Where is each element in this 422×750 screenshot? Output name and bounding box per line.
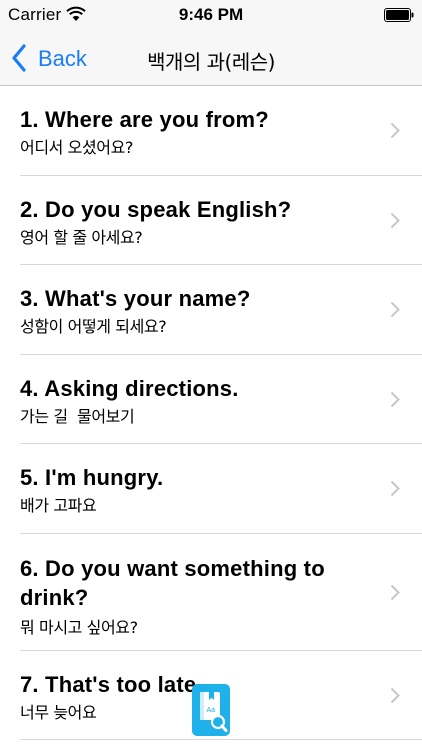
chevron-right-icon [390,122,400,139]
battery-icon [384,8,414,22]
lesson-title: 3. What's your name? [20,286,251,311]
dictionary-search-button[interactable]: Aa [192,684,230,736]
lesson-row-4[interactable]: 4. Asking directions. 가는 길 물어보기 [0,355,422,444]
lesson-title: 2. Do you speak English? [20,196,292,222]
status-time: 9:46 PM [178,5,244,24]
row-divider [20,739,422,740]
lesson-row-6[interactable]: 6. Do you want something to drink? 뭐 마시고… [0,534,422,651]
app-screen: Carrier 9:46 PM Back 백개의 과(레슨) 1. Where … [0,0,422,750]
dictionary-badge-label: Aa [207,707,216,714]
lesson-row-5[interactable]: 5. I'm hungry. 배가 고파요 [0,444,422,534]
lesson-subtitle: 영어 할 줄 아세요? [20,227,143,247]
lesson-title: 6. Do you want something to drink? [20,555,325,610]
navigation-bar: Back 백개의 과(레슨) [0,32,422,86]
lesson-subtitle: 배가 고파요 [20,496,97,515]
lesson-subtitle: 너무 늦어요 [20,702,97,722]
lesson-title: 1. Where are you from? [20,107,269,132]
chevron-right-icon [390,687,400,704]
lesson-list: 1. Where are you from? 어디서 오셨어요? 2. Do y… [0,86,422,740]
status-bar: Carrier 9:46 PM [0,0,422,32]
dictionary-search-icon: Aa [200,692,228,732]
lesson-row-1[interactable]: 1. Where are you from? 어디서 오셨어요? [0,86,422,176]
lesson-row-2[interactable]: 2. Do you speak English? 영어 할 줄 아세요? [0,176,422,265]
lesson-subtitle: 뭐 마시고 싶어요? [20,617,138,637]
chevron-right-icon [390,212,400,229]
lesson-subtitle: 어디서 오셨어요? [20,138,134,157]
lesson-subtitle: 성함이 어떻게 되세요? [20,317,167,336]
lesson-subtitle: 가는 길 물어보기 [20,406,135,426]
chevron-right-icon [390,480,400,497]
lesson-title: 4. Asking directions. [20,375,239,401]
page-title: 백개의 과(레슨) [147,50,275,74]
chevron-right-icon [390,301,400,318]
lesson-row-3[interactable]: 3. What's your name? 성함이 어떻게 되세요? [0,265,422,355]
chevron-right-icon [390,584,400,601]
lesson-title: 5. I'm hungry. [20,465,164,490]
chevron-right-icon [390,391,400,408]
